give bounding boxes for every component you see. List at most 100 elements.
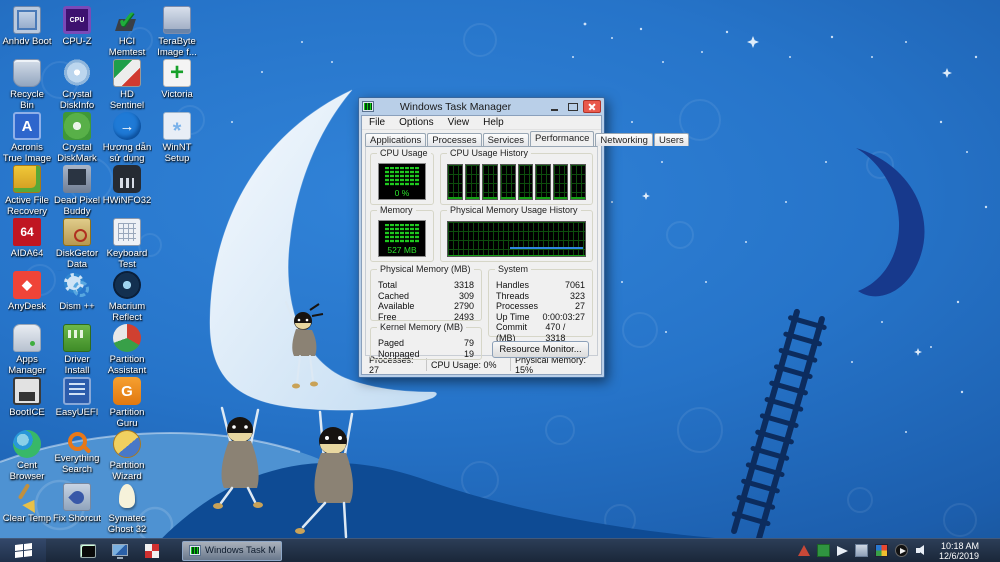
desktop-icon-anydesk[interactable]: ◆AnyDesk <box>2 271 52 324</box>
desktop-icon-macrium-reflect[interactable]: Macrium Reflect <box>102 271 152 324</box>
taskbar-clock[interactable]: 10:18 AM 12/6/2019 <box>935 541 983 561</box>
tray-network-icon[interactable] <box>855 544 868 557</box>
diskgetor-icon <box>63 218 91 246</box>
anydesk-icon: ◆ <box>13 271 41 299</box>
menu-view[interactable]: View <box>441 117 477 128</box>
file-recovery-icon <box>13 165 41 193</box>
stat-row: Up Time0:00:03:27 <box>489 312 592 323</box>
desktop-icon-winnt-setup[interactable]: *WinNT Setup <box>152 112 202 165</box>
menu-options[interactable]: Options <box>392 117 440 128</box>
maximize-button[interactable] <box>564 100 582 113</box>
desktop-icon-partition-wizard[interactable]: Partition Wizard <box>102 430 152 483</box>
physical-memory-group: Physical Memory (MB) Total3318 Cached309… <box>370 269 482 321</box>
stat-value: 19 <box>464 349 474 360</box>
hwinfo-icon <box>113 165 141 193</box>
guru-glyph: G <box>121 383 133 400</box>
cpu-z-icon: CPU <box>63 6 91 34</box>
stat-label: Total <box>378 280 397 291</box>
input-language-taskbar-icon[interactable] <box>140 541 164 561</box>
acronis-glyph: A <box>22 118 33 135</box>
memory-history-graph <box>447 221 586 257</box>
desktop-icon-crystal-diskinfo[interactable]: Crystal DiskInfo <box>52 59 102 112</box>
desktop-icon-huong-dan-su-dung[interactable]: →Hương dẫn sử dụng <box>102 112 152 165</box>
taskbar-window-button[interactable]: Windows Task M... <box>182 541 282 561</box>
resource-monitor-button[interactable]: Resource Monitor... <box>492 341 589 358</box>
desktop-icon-hci-memtest[interactable]: ✓HCI Memtest <box>102 6 152 59</box>
tab-services[interactable]: Services <box>483 133 529 146</box>
tab-processes[interactable]: Processes <box>427 133 481 146</box>
start-button[interactable] <box>0 539 46 562</box>
desktop-icon-anhdv-boot[interactable]: Anhdv Boot <box>2 6 52 59</box>
tray-green-square-icon[interactable] <box>817 544 830 557</box>
desktop-icon-cent-browser[interactable]: Cent Browser <box>2 430 52 483</box>
stars <box>231 23 987 433</box>
desktop-icon-apps-manager[interactable]: Apps Manager <box>2 324 52 377</box>
kernel-memory-group-title: Kernel Memory (MB) <box>377 322 466 332</box>
system-group: System Handles7061 Threads323 Processes2… <box>488 269 593 337</box>
desktop-icon-keyboard-test[interactable]: Keyboard Test <box>102 218 152 271</box>
stat-row: Threads323 <box>489 291 592 302</box>
cpu-core-graph <box>518 164 534 200</box>
menu-help[interactable]: Help <box>476 117 511 128</box>
stat-value: 470 / 3318 <box>545 322 585 343</box>
winnt-setup-icon: * <box>163 112 191 140</box>
desktop-icon-label: Active File Recovery <box>2 195 52 217</box>
stat-value: 2493 <box>454 312 474 323</box>
desktop-icon-easyuefi[interactable]: EasyUEFI <box>52 377 102 430</box>
macrium-icon <box>113 271 141 299</box>
stat-value: 323 <box>570 291 585 302</box>
close-button[interactable] <box>583 100 601 113</box>
memory-value: 527 MB <box>379 245 425 255</box>
cpu-z-glyph: CPU <box>70 17 85 24</box>
stat-label: Handles <box>496 280 529 291</box>
performance-tab-page: CPU Usage 0 % CPU Usage History Memory <box>365 146 598 356</box>
desktop-icon-victoria[interactable]: +Victoria <box>152 59 202 112</box>
desktop-icon-label: Dism ++ <box>59 301 94 312</box>
tab-performance[interactable]: Performance <box>530 131 594 146</box>
desktop-icon-partition-guru[interactable]: GPartition Guru <box>102 377 152 430</box>
tab-users[interactable]: Users <box>654 133 689 146</box>
tray-volume-icon[interactable] <box>915 544 928 557</box>
desktop-icon-label: Fix Shorcut <box>53 513 101 524</box>
desktop-icon-active-file-recovery[interactable]: Active File Recovery <box>2 165 52 218</box>
magnifier-icon <box>68 432 87 451</box>
desktop-icon-bootice[interactable]: BootICE <box>2 377 52 430</box>
desktop-icon-driver-install[interactable]: Driver Install <box>52 324 102 377</box>
desktop-icon-crystal-diskmark[interactable]: Crystal DiskMark <box>52 112 102 165</box>
desktop-icon-diskgetor[interactable]: DiskGetor Data Recovery <box>52 218 102 271</box>
desktop-icon-acronis-true-image[interactable]: A Acronis True Image 2020 <box>2 112 52 165</box>
tray-send-arrow-icon[interactable] <box>837 546 848 556</box>
tray-media-player-icon[interactable] <box>895 544 908 557</box>
desktop-icon-symatec-ghost[interactable]: Symatec Ghost 32 <box>102 483 152 536</box>
desktop-icon-terabyte-image[interactable]: TeraByte Image f... <box>152 6 202 59</box>
stat-value: 309 <box>459 291 474 302</box>
desktop-icon-label: Acronis True Image 2020 <box>2 142 52 165</box>
desktop-icon-clear-temp[interactable]: Clear Temp <box>2 483 52 536</box>
stat-value: 79 <box>464 338 474 349</box>
window-titlebar[interactable]: Windows Task Manager <box>359 98 604 115</box>
stat-row: Available2790 <box>371 301 481 312</box>
desktop-icon-label: AIDA64 <box>11 248 44 259</box>
arrow-glyph: → <box>120 118 135 135</box>
display-settings-taskbar-icon[interactable] <box>108 541 132 561</box>
menu-file[interactable]: File <box>362 117 392 128</box>
tray-display-colors-icon[interactable] <box>875 544 888 557</box>
desktop-icon-everything-search[interactable]: Everything Search <box>52 430 102 483</box>
desktop-icon-hd-sentinel[interactable]: HD Sentinel <box>102 59 152 112</box>
command-prompt-taskbar-icon[interactable] <box>76 541 100 561</box>
tab-applications[interactable]: Applications <box>365 133 426 146</box>
desktop-icon-partition-assistant[interactable]: Partition Assistant <box>102 324 152 377</box>
desktop-icon-fix-shorcut[interactable]: Fix Shorcut <box>52 483 102 536</box>
minimize-button[interactable] <box>545 100 563 113</box>
tab-networking[interactable]: Networking <box>595 133 653 146</box>
memory-history-panel <box>447 221 586 257</box>
desktop-icon-dism[interactable]: Dism ++ <box>52 271 102 324</box>
desktop-icon-cpu-z[interactable]: CPUCPU-Z <box>52 6 102 59</box>
desktop-icon-recycle-bin[interactable]: Recycle Bin <box>2 59 52 112</box>
desktop-icon-dead-pixel-buddy[interactable]: Dead Pixel Buddy (Che... <box>52 165 102 218</box>
desktop-icon-hwinfo32[interactable]: HWiNFO32 <box>102 165 152 218</box>
tray-triangle-icon[interactable] <box>798 545 810 556</box>
status-physical-memory: Physical Memory: 15% <box>511 358 598 371</box>
disk-icon <box>63 59 91 87</box>
desktop-icon-aida64[interactable]: 64AIDA64 <box>2 218 52 271</box>
